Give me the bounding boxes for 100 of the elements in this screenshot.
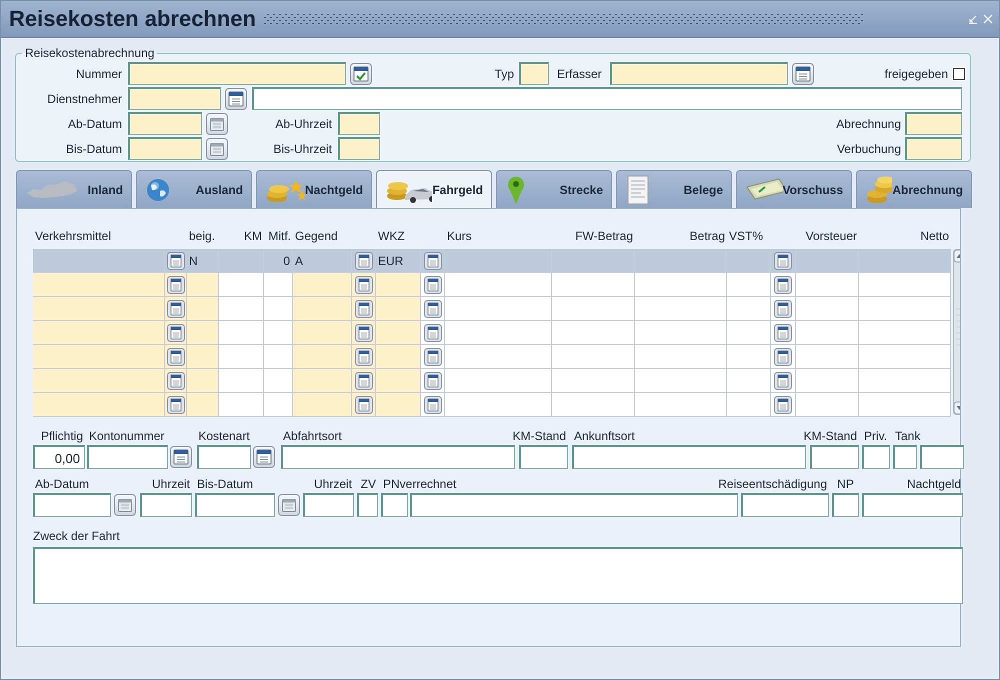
input-field[interactable] xyxy=(195,493,275,517)
minimize-icon[interactable] xyxy=(968,14,978,24)
input-field[interactable] xyxy=(140,493,192,517)
input-field[interactable] xyxy=(862,445,890,469)
tab[interactable]: Fahrgeld xyxy=(376,170,492,208)
input-field[interactable] xyxy=(197,445,251,469)
input-field[interactable] xyxy=(862,493,963,517)
list-icon[interactable] xyxy=(354,324,372,342)
list-icon[interactable] xyxy=(354,396,372,414)
input-field[interactable] xyxy=(893,445,917,469)
checkbox[interactable] xyxy=(953,68,965,80)
input-field[interactable] xyxy=(338,137,380,160)
field-label: PNverrechnet xyxy=(382,477,458,493)
input-field[interactable] xyxy=(338,112,380,135)
input-field[interactable] xyxy=(381,493,408,517)
lookup-button[interactable] xyxy=(792,62,814,84)
list-icon[interactable] xyxy=(166,396,184,414)
input-field[interactable] xyxy=(33,493,111,517)
list-icon[interactable] xyxy=(424,324,442,342)
list-icon[interactable] xyxy=(166,276,184,294)
list-icon[interactable] xyxy=(424,372,442,390)
input-field[interactable] xyxy=(128,62,346,85)
list-icon[interactable] xyxy=(774,252,792,270)
table-row[interactable] xyxy=(33,345,951,369)
input-field[interactable] xyxy=(920,445,964,469)
list-icon[interactable] xyxy=(166,348,184,366)
table-cell xyxy=(293,345,352,368)
calendar-button[interactable] xyxy=(206,138,228,160)
input-field[interactable] xyxy=(519,62,549,85)
text-area[interactable] xyxy=(33,547,963,604)
table-row[interactable] xyxy=(33,393,951,417)
table-row[interactable] xyxy=(33,297,951,321)
list-icon[interactable] xyxy=(774,348,792,366)
list-icon[interactable] xyxy=(774,372,792,390)
tab[interactable]: Inland xyxy=(16,170,132,208)
tab[interactable]: Vorschuss xyxy=(736,170,852,208)
column-header: KM xyxy=(244,229,262,243)
field-label: NP xyxy=(836,477,855,493)
table-cell xyxy=(727,345,771,368)
list-icon[interactable] xyxy=(424,276,442,294)
table-row[interactable] xyxy=(33,273,951,297)
table-cell xyxy=(264,393,293,416)
input-field[interactable] xyxy=(410,493,738,517)
input-field[interactable] xyxy=(741,493,829,517)
input-field[interactable] xyxy=(572,445,806,469)
tab[interactable]: Strecke xyxy=(496,170,612,208)
table-cell xyxy=(219,345,264,368)
list-icon[interactable] xyxy=(774,324,792,342)
list-icon[interactable] xyxy=(166,324,184,342)
field-label: Uhrzeit xyxy=(312,477,353,493)
table-row[interactable]: N 0 A EUR xyxy=(33,249,951,273)
list-icon[interactable] xyxy=(166,252,184,270)
field-label: Bis-Uhrzeit xyxy=(272,142,332,156)
input-field[interactable] xyxy=(810,445,859,469)
list-icon[interactable] xyxy=(354,372,372,390)
input-field[interactable] xyxy=(303,493,354,517)
list-icon[interactable] xyxy=(424,396,442,414)
input-field[interactable] xyxy=(128,87,221,110)
table-row[interactable] xyxy=(33,369,951,393)
input-field[interactable] xyxy=(610,62,788,85)
input-field[interactable] xyxy=(128,112,202,135)
lookup-button[interactable] xyxy=(350,62,372,84)
list-icon[interactable] xyxy=(424,348,442,366)
table-row[interactable] xyxy=(33,321,951,345)
input-field[interactable] xyxy=(281,445,515,469)
tab[interactable]: Ausland xyxy=(136,170,252,208)
input-field[interactable] xyxy=(832,493,859,517)
close-icon[interactable] xyxy=(983,14,993,24)
input-field[interactable] xyxy=(128,137,202,160)
list-icon[interactable] xyxy=(354,276,372,294)
lookup-button[interactable] xyxy=(225,88,247,110)
list-icon[interactable] xyxy=(424,300,442,318)
input-field[interactable]: 0,00 xyxy=(33,445,85,469)
tab[interactable]: Nachtgeld xyxy=(256,170,372,208)
list-icon[interactable] xyxy=(424,252,442,270)
list-icon[interactable] xyxy=(774,300,792,318)
list-icon[interactable] xyxy=(354,348,372,366)
input-field[interactable] xyxy=(357,493,378,517)
input-field[interactable] xyxy=(252,87,962,110)
list-icon[interactable] xyxy=(354,300,372,318)
list-icon[interactable] xyxy=(166,372,184,390)
scrollbar[interactable] xyxy=(953,249,960,415)
tab[interactable]: Abrechnung xyxy=(856,170,972,208)
input-field[interactable] xyxy=(519,445,568,469)
list-icon[interactable] xyxy=(774,396,792,414)
list-icon[interactable] xyxy=(354,252,372,270)
input-field[interactable] xyxy=(905,137,962,160)
calendar-icon xyxy=(117,497,133,513)
list-icon[interactable] xyxy=(166,300,184,318)
table-cell xyxy=(796,297,859,320)
calendar-button[interactable] xyxy=(206,112,228,134)
tab[interactable]: Belege xyxy=(616,170,732,208)
list-icon[interactable] xyxy=(774,276,792,294)
calendar-button[interactable] xyxy=(278,494,300,516)
calendar-button[interactable] xyxy=(114,494,136,516)
lookup-button[interactable] xyxy=(253,446,275,468)
input-field[interactable] xyxy=(905,112,962,135)
coins-icon xyxy=(865,174,892,204)
lookup-button[interactable] xyxy=(170,446,192,468)
input-field[interactable] xyxy=(87,445,168,469)
